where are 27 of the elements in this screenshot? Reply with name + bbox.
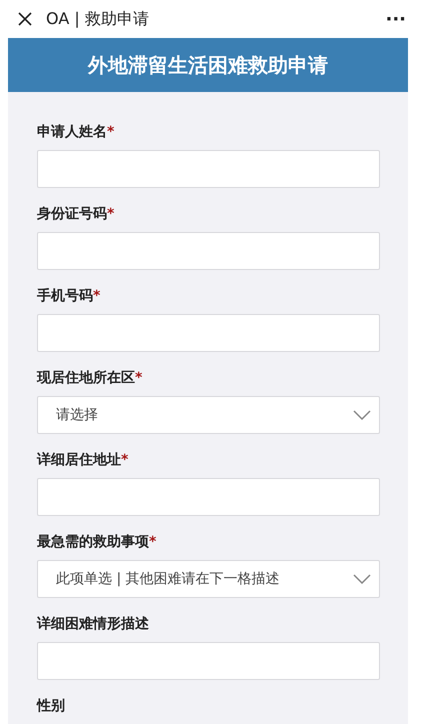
required-asterisk: * <box>93 287 100 306</box>
field-label: 现居住地所在区 <box>37 369 135 388</box>
field-label: 最急需的救助事项 <box>37 533 149 552</box>
required-asterisk: * <box>107 205 114 224</box>
dropdown[interactable]: 请选择 <box>37 396 380 434</box>
more-menu[interactable]: ··· <box>385 6 406 32</box>
field-label: 详细困难情形描述 <box>37 614 149 634</box>
dropdown[interactable]: 此项单选 | 其他困难请在下一格描述 <box>37 560 380 598</box>
chevron-down-icon <box>353 410 371 420</box>
required-asterisk: * <box>121 451 128 470</box>
chevron-down-icon <box>353 574 371 584</box>
field-label: 性别 <box>37 697 65 716</box>
input-field[interactable] <box>37 642 380 680</box>
input-field[interactable] <box>37 314 380 352</box>
field-label: 手机号码 <box>37 287 93 306</box>
form-header: 外地滞留生活困难救助申请 <box>8 38 408 92</box>
field-label: 申请人姓名 <box>37 123 107 142</box>
input-field[interactable] <box>37 150 380 188</box>
field-label: 身份证号码 <box>37 205 107 224</box>
input-field[interactable] <box>37 478 380 516</box>
page-title: OA | 救助申请 <box>46 8 150 30</box>
required-asterisk: * <box>135 369 142 388</box>
field-label: 详细居住地址 <box>37 450 121 470</box>
required-asterisk: * <box>107 123 114 142</box>
input-field[interactable] <box>37 232 380 270</box>
required-asterisk: * <box>149 533 156 552</box>
close-icon[interactable] <box>18 12 32 26</box>
